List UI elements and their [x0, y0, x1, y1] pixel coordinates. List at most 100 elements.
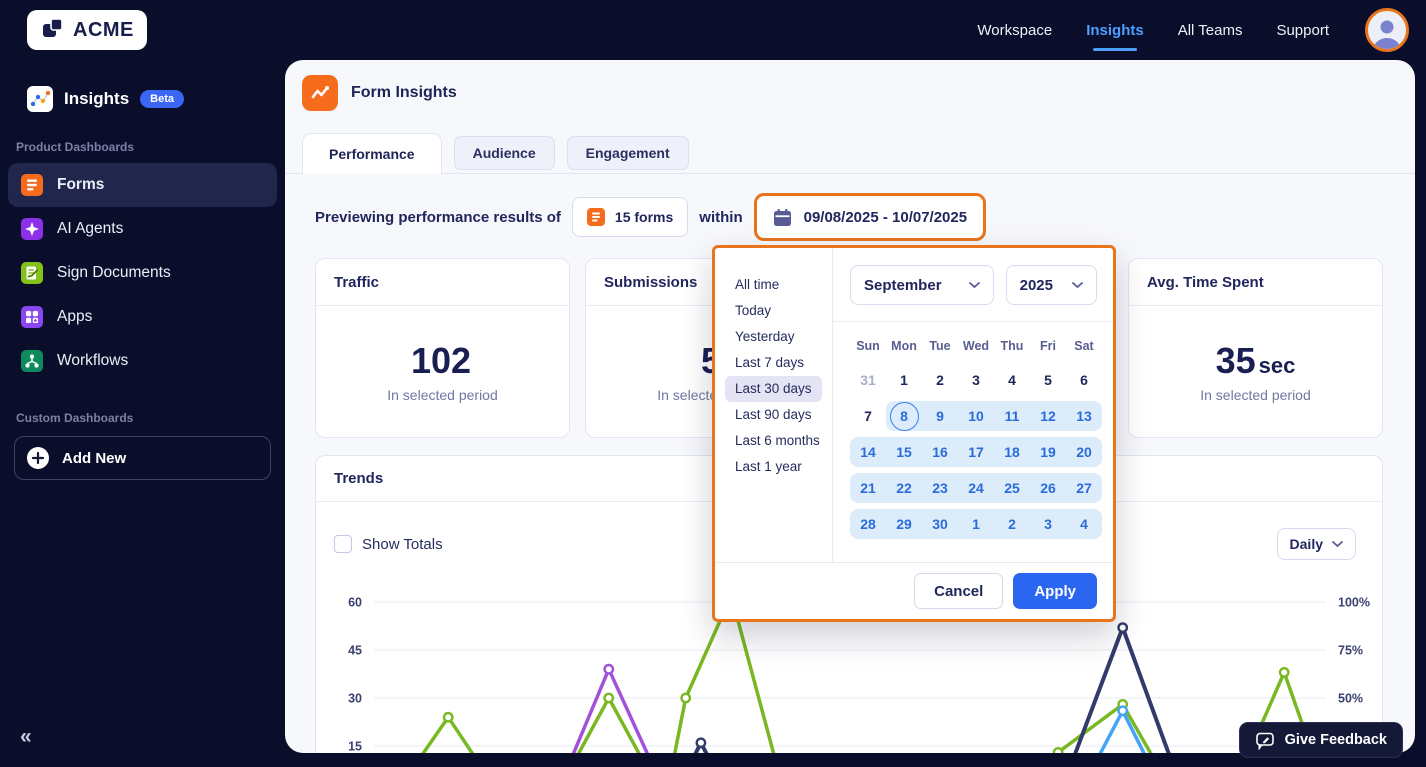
calendar-day-number: 18: [1004, 444, 1020, 460]
calendar-day[interactable]: 19: [1030, 437, 1066, 467]
calendar-day[interactable]: 20: [1066, 437, 1102, 467]
calendar-day[interactable]: 27: [1066, 473, 1102, 503]
calendar-week-row: 21 22 23 24 25 26 27: [850, 473, 1102, 509]
calendar-day[interactable]: 14: [850, 437, 886, 467]
preset-today[interactable]: Today: [725, 298, 781, 324]
insights-app-icon: [27, 86, 53, 112]
calendar-day[interactable]: 30: [922, 509, 958, 539]
calendar-day[interactable]: 24: [958, 473, 994, 503]
calendar-day[interactable]: 3: [958, 365, 994, 395]
month-select[interactable]: September: [850, 265, 994, 305]
calendar-day[interactable]: 2: [994, 509, 1030, 539]
calendar-day-number: 3: [972, 372, 980, 388]
calendar-day-number: 2: [1008, 516, 1016, 532]
calendar-day[interactable]: 12: [1030, 401, 1066, 431]
collapse-sidebar-icon[interactable]: «: [20, 726, 32, 747]
data-point-purple: [603, 663, 615, 675]
calendar-day[interactable]: 11: [994, 401, 1030, 431]
sidebar-item-label: Workflows: [57, 352, 129, 369]
calendar-day-number: 4: [1080, 516, 1088, 532]
nav-item-insights[interactable]: Insights: [1086, 0, 1144, 60]
calendar-day[interactable]: 1: [886, 365, 922, 395]
preset-all-time[interactable]: All time: [725, 272, 789, 298]
traffic-value: 102: [410, 339, 472, 381]
calendar-day[interactable]: 21: [850, 473, 886, 503]
beta-badge: Beta: [140, 90, 185, 108]
calendar-day[interactable]: 5: [1030, 365, 1066, 395]
calendar-day[interactable]: 6: [1066, 365, 1102, 395]
calendar-day[interactable]: 29: [886, 509, 922, 539]
series-line-navy: [693, 625, 1171, 753]
calendar-day-number: 27: [1076, 480, 1092, 496]
calendar-day-number: 14: [860, 444, 876, 460]
calendar-day[interactable]: 3: [1030, 509, 1066, 539]
checkbox-icon[interactable]: [334, 535, 352, 553]
preset-last-90-days[interactable]: Last 90 days: [725, 402, 822, 428]
forms-filter-button[interactable]: 15 forms: [571, 197, 689, 237]
avg-time-spent-value: 35 sec: [1215, 339, 1296, 381]
sidebar-item-sign-documents[interactable]: Sign Documents: [8, 251, 277, 295]
calendar-day[interactable]: 22: [886, 473, 922, 503]
sidebar-item-ai-agents[interactable]: AI Agents: [8, 207, 277, 251]
calendar-day[interactable]: 1: [958, 509, 994, 539]
preview-text: Previewing performance results of: [315, 208, 561, 226]
apply-button[interactable]: Apply: [1013, 573, 1097, 609]
add-new-button[interactable]: Add New: [14, 436, 271, 480]
acme-logo[interactable]: ACME: [27, 10, 147, 50]
cancel-button[interactable]: Cancel: [914, 573, 1004, 609]
calendar-day-number: 29: [896, 516, 912, 532]
calendar-day[interactable]: 16: [922, 437, 958, 467]
calendar-day-number: 22: [896, 480, 912, 496]
calendar-day[interactable]: 23: [922, 473, 958, 503]
interval-select[interactable]: Daily: [1276, 528, 1356, 560]
calendar-day[interactable]: 9: [922, 401, 958, 431]
year-select[interactable]: 2025: [1005, 265, 1097, 305]
sidebar-item-workflows[interactable]: Workflows: [8, 339, 277, 383]
calendar-week-row: 7 8 9 10 11 12 13: [850, 401, 1102, 437]
preset-last-30-days[interactable]: Last 30 days: [725, 376, 822, 402]
calendar-day[interactable]: 31: [850, 365, 886, 395]
date-range-button[interactable]: 09/08/2025 - 10/07/2025: [753, 193, 987, 241]
calendar-day[interactable]: 10: [958, 401, 994, 431]
calendar-day[interactable]: 28: [850, 509, 886, 539]
calendar-day-number: 16: [932, 444, 948, 460]
calendar-day[interactable]: 13: [1066, 401, 1102, 431]
calendar-day[interactable]: 25: [994, 473, 1030, 503]
calendar-day[interactable]: 26: [1030, 473, 1066, 503]
calendar-day[interactable]: 15: [886, 437, 922, 467]
calendar-grid: Sun Mon Tue Wed Thu Fri Sat 31 1 2 3 4 5 6 7 8 9 10 11 12 13…: [850, 335, 1102, 545]
calendar-day[interactable]: 18: [994, 437, 1030, 467]
avatar[interactable]: [1365, 8, 1409, 52]
calendar-day-number: 1: [972, 516, 980, 532]
sidebar: Insights Beta Product Dashboards Forms AI…: [0, 60, 285, 767]
traffic-card-title: Traffic: [316, 259, 569, 306]
nav-item-workspace[interactable]: Workspace: [977, 0, 1052, 60]
nav-item-all-teams[interactable]: All Teams: [1178, 0, 1243, 60]
tab-performance[interactable]: Performance: [302, 133, 442, 174]
calendar-day[interactable]: 17: [958, 437, 994, 467]
calendar-day[interactable]: 8: [886, 401, 922, 431]
calendar-day-number: 2: [936, 372, 944, 388]
chevron-down-icon: [968, 281, 980, 288]
nav-item-support[interactable]: Support: [1276, 0, 1329, 60]
y-axis-right-tick: 100%: [1338, 596, 1370, 610]
data-point-green: [680, 692, 692, 704]
preset-last-7-days[interactable]: Last 7 days: [725, 350, 814, 376]
sidebar-item-apps[interactable]: Apps: [8, 295, 277, 339]
preset-last-1-year[interactable]: Last 1 year: [725, 454, 812, 480]
preset-yesterday[interactable]: Yesterday: [725, 324, 805, 350]
sidebar-item-forms[interactable]: Forms: [8, 163, 277, 207]
preset-last-6-months[interactable]: Last 6 months: [725, 428, 830, 454]
calendar-day[interactable]: 4: [994, 365, 1030, 395]
calendar-day[interactable]: 2: [922, 365, 958, 395]
tab-engagement[interactable]: Engagement: [566, 136, 689, 170]
avg-time-spent-card: Avg. Time Spent 35 sec In selected period: [1128, 258, 1383, 438]
calendar-day[interactable]: 4: [1066, 509, 1102, 539]
calendar-day-number: 1: [900, 372, 908, 388]
give-feedback-button[interactable]: Give Feedback: [1238, 722, 1403, 758]
year-value: 2025: [1019, 276, 1053, 294]
sidebar-app-header: Insights Beta: [27, 86, 285, 112]
tab-audience[interactable]: Audience: [453, 136, 555, 170]
calendar-day[interactable]: 7: [850, 401, 886, 431]
show-totals-checkbox[interactable]: Show Totals: [334, 535, 443, 553]
